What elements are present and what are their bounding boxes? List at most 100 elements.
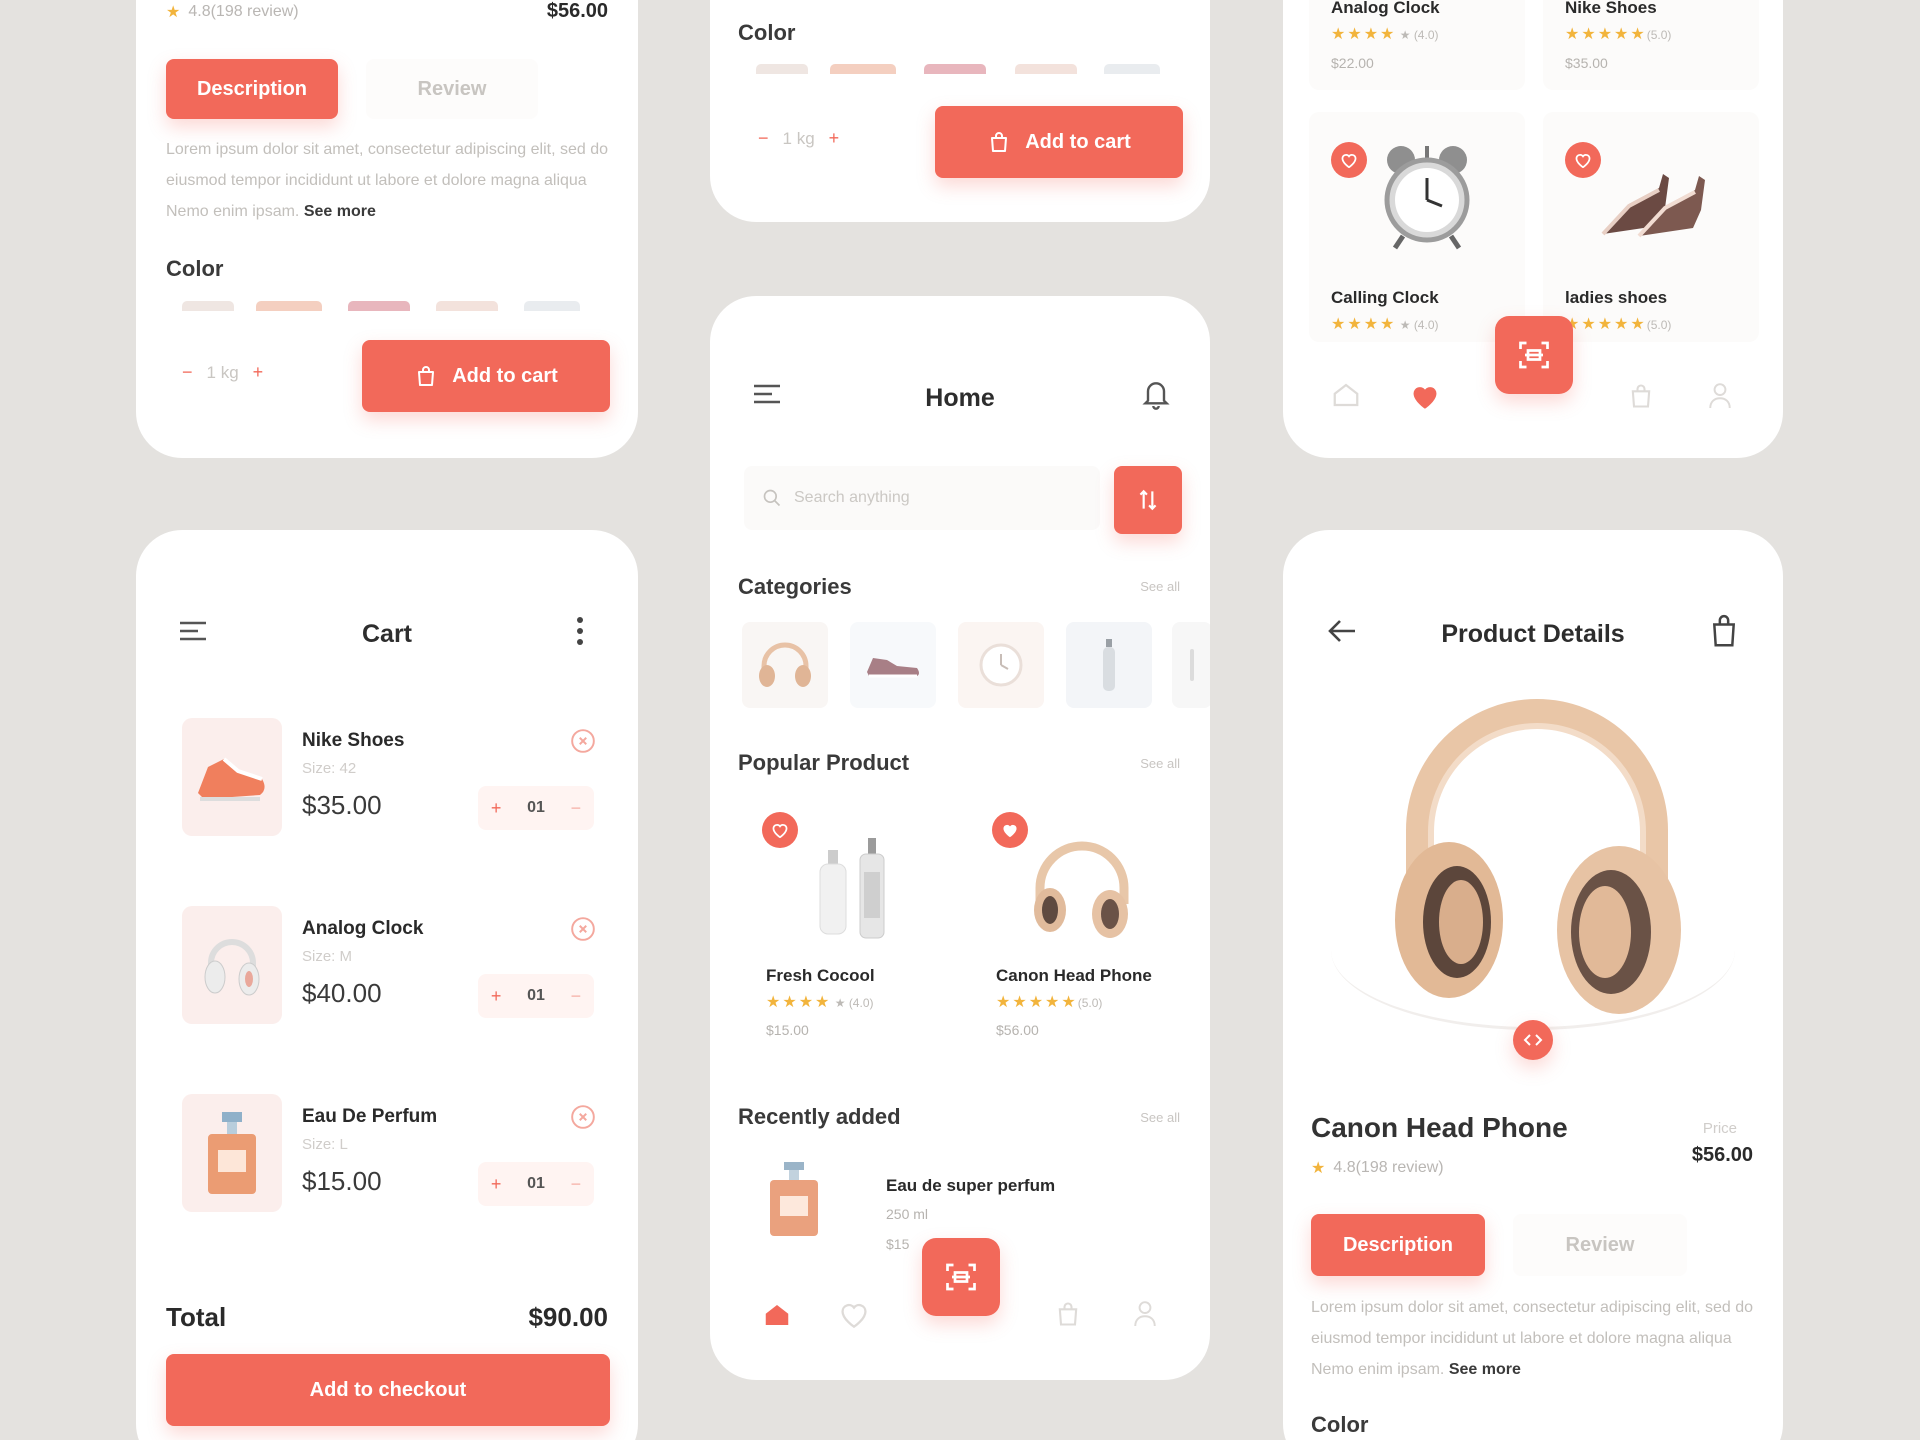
product-description-card-top: ★ 4.8(198 review) $56.00 Description Rev… [136,0,638,458]
heart-icon[interactable] [762,812,798,848]
minus-button[interactable]: − [571,798,582,819]
product-card[interactable]: Canon Head Phone ★★★★★(5.0) $56.00 [964,796,1184,1056]
page-title: Home [925,384,995,412]
heart-nav-icon[interactable] [838,1300,870,1328]
quantity-stepper[interactable]: + 01 − [478,1162,594,1206]
product-thumbnail [182,1094,282,1212]
quantity-stepper[interactable]: + 01 − [478,974,594,1018]
rating-row: ★ 4.8(198 review) [1311,1158,1444,1178]
product-name: Calling Clock [1331,288,1439,307]
add-to-cart-button[interactable]: Add to cart [362,340,610,412]
see-all-link[interactable]: See all [1140,1110,1180,1125]
scan-button[interactable] [1495,316,1573,394]
category-headphones[interactable] [742,622,828,708]
minus-button[interactable]: − [182,362,193,383]
product-name: Analog Clock [302,918,424,939]
rating-stars: ★★★★ ★ (4.0) [766,994,874,1011]
product-thumbnail [182,718,282,836]
see-more-link[interactable]: See more [304,203,376,220]
tab-description[interactable]: Description [1311,1214,1485,1276]
plus-button[interactable]: + [491,986,502,1007]
star-icon: ★ [1311,1160,1328,1177]
home-nav-icon[interactable] [762,1300,792,1330]
rotate-handle[interactable] [1513,1020,1553,1060]
alarm-clock-image [1384,146,1470,250]
product-tile[interactable]: Nike Shoes ★★★★★(5.0) $35.00 [1543,0,1759,90]
quantity-stepper[interactable]: + 01 − [478,786,594,830]
see-all-link[interactable]: See all [1140,756,1180,771]
minus-button[interactable]: − [758,128,769,149]
product-tile[interactable]: ladies shoes ★★★★★(5.0) [1543,112,1759,342]
more-vertical-icon[interactable] [576,616,584,646]
quantity-value: 01 [527,799,545,816]
plus-button[interactable]: + [491,1174,502,1195]
rating-value: (5.0) [1646,28,1672,42]
product-name: Nike Shoes [1565,0,1657,17]
product-price: $35.00 [1565,55,1608,71]
filter-button[interactable] [1114,466,1182,534]
shopping-bag-icon [418,366,435,386]
product-price: $15.00 [766,1022,809,1038]
quantity-stepper[interactable]: − 1 kg + [758,128,839,149]
plus-button[interactable]: + [491,798,502,819]
add-to-cart-button[interactable]: Add to cart [935,106,1183,178]
profile-icon[interactable] [1132,1298,1158,1328]
product-details-card: Product Details Canon Head Phone Price $… [1283,530,1783,1440]
categories-heading: Categories [738,574,852,599]
popular-heading: Popular Product [738,750,910,775]
rating-value: (4.0) [1413,318,1439,332]
scan-button[interactable] [922,1238,1000,1316]
heart-icon[interactable] [992,812,1028,848]
rating-stars: ★★★★ ★ (4.0) [1331,26,1439,43]
category-shoes[interactable] [850,622,936,708]
minus-button[interactable]: − [571,986,582,1007]
see-all-link[interactable]: See all [1140,579,1180,594]
ladies-shoes-image [1601,174,1705,238]
shopping-bag-icon[interactable] [1707,612,1741,648]
plus-button[interactable]: + [253,362,264,383]
category-more[interactable] [1172,622,1210,708]
home-screen-card: Home Search anything Categories See all … [710,296,1210,1380]
plus-button[interactable]: + [829,128,840,149]
color-label: Color [738,20,796,45]
price-label: Price [1702,1120,1737,1137]
product-size: Size: L [302,1136,348,1153]
quantity-value: 01 [527,987,545,1004]
remove-item-icon[interactable] [570,728,596,754]
item-icon [1190,649,1194,681]
product-card[interactable]: Fresh Cocool ★★★★ ★ (4.0) $15.00 [738,796,948,1056]
heart-nav-icon[interactable] [1409,382,1441,410]
bag-nav-icon[interactable] [1054,1300,1082,1328]
product-tile[interactable]: Analog Clock ★★★★ ★ (4.0) $22.00 [1309,0,1525,90]
search-input[interactable]: Search anything [744,466,1100,530]
category-clocks[interactable] [958,622,1044,708]
product-name: Canon Head Phone [1311,1112,1568,1143]
description-text: Lorem ipsum dolor sit amet, consectetur … [166,134,616,227]
filter-icon [1139,489,1157,511]
home-icon[interactable] [1331,380,1361,410]
headphones-image [1034,841,1129,938]
quantity-stepper[interactable]: − 1 kg + [182,362,263,383]
product-name: Nike Shoes [302,730,405,751]
profile-icon[interactable] [1707,380,1733,410]
category-bottles[interactable] [1066,622,1152,708]
cart-item: Eau De Perfum Size: L $15.00 + 01 − [182,1094,595,1214]
bag-nav-icon[interactable] [1627,382,1655,410]
checkout-button[interactable]: Add to checkout [166,1354,610,1426]
rating-stars: ★★★★ ★ (4.0) [1331,316,1439,333]
remove-item-icon[interactable] [570,1104,596,1130]
remove-item-icon[interactable] [570,916,596,942]
tab-review[interactable]: Review [366,59,538,119]
lorem-text: Lorem ipsum dolor sit amet, consectetur … [1311,1299,1753,1378]
heart-icon[interactable] [1331,142,1367,178]
bell-icon[interactable] [1140,376,1172,412]
tab-review[interactable]: Review [1513,1214,1687,1276]
minus-button[interactable]: − [571,1174,582,1195]
product-tile[interactable]: Calling Clock ★★★★ ★ (4.0) [1309,112,1525,342]
product-name: ladies shoes [1565,288,1668,307]
tab-description[interactable]: Description [166,59,338,119]
see-more-link[interactable]: See more [1449,1361,1521,1378]
heart-icon[interactable] [1565,142,1601,178]
color-label: Color [166,256,224,281]
rating-stars: ★★★★★(5.0) [1565,316,1672,333]
